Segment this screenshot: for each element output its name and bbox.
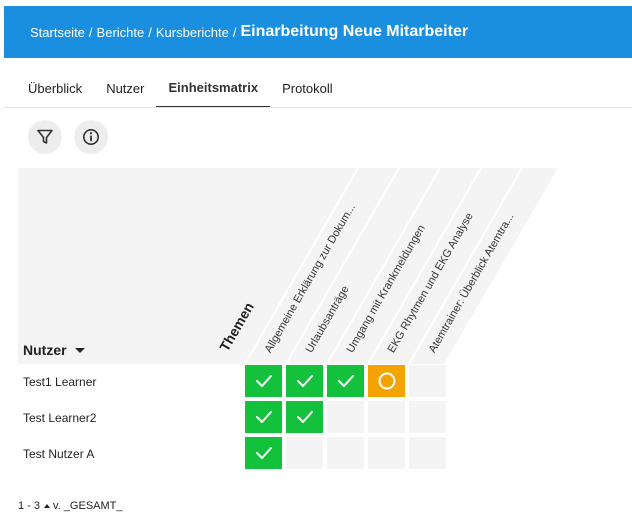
matrix-cell-done[interactable] xyxy=(286,365,323,397)
tab-nutzer[interactable]: Nutzer xyxy=(94,68,156,108)
filter-icon xyxy=(37,129,53,144)
info-button[interactable] xyxy=(74,120,108,154)
tab-bar: Überblick Nutzer Einheitsmatrix Protokol… xyxy=(16,68,345,108)
check-icon xyxy=(255,447,272,459)
check-icon xyxy=(296,411,313,423)
matrix-cell-done[interactable] xyxy=(245,401,282,433)
tab-divider xyxy=(4,107,632,108)
matrix-cell-empty xyxy=(368,437,405,469)
check-icon xyxy=(255,411,272,423)
check-icon xyxy=(296,375,313,387)
matrix-cell-done[interactable] xyxy=(286,401,323,433)
pagination: 1 - 3 v. _GESAMT_ xyxy=(18,500,123,512)
page-header: Startseite / Berichte / Kursberichte / E… xyxy=(4,6,632,58)
matrix-cell-empty xyxy=(409,365,446,397)
filter-button[interactable] xyxy=(28,120,62,154)
matrix-cell-empty xyxy=(327,437,364,469)
matrix-cell-empty xyxy=(368,401,405,433)
breadcrumb-kursberichte[interactable]: Kursberichte xyxy=(156,25,229,40)
nutzer-sort-header[interactable]: Nutzer xyxy=(23,342,85,358)
tab-ueberblick[interactable]: Überblick xyxy=(16,68,94,108)
row-user-name[interactable]: Test1 Learner xyxy=(23,375,96,389)
matrix-cell-done[interactable] xyxy=(245,365,282,397)
check-icon xyxy=(255,375,272,387)
breadcrumb-startseite[interactable]: Startseite xyxy=(30,25,85,40)
caret-up-icon[interactable] xyxy=(44,504,51,508)
matrix-cell-empty xyxy=(409,437,446,469)
matrix-cell-empty xyxy=(286,437,323,469)
matrix-cell-done[interactable] xyxy=(245,437,282,469)
breadcrumb-berichte[interactable]: Berichte xyxy=(97,25,145,40)
row-user-name[interactable]: Test Learner2 xyxy=(23,411,96,425)
tab-einheitsmatrix[interactable]: Einheitsmatrix xyxy=(156,68,271,108)
matrix-cell-done[interactable] xyxy=(327,365,364,397)
matrix-cell-empty xyxy=(327,401,364,433)
breadcrumb-separator: / xyxy=(148,24,152,40)
breadcrumb-separator: / xyxy=(232,24,237,40)
breadcrumb: Startseite / Berichte / Kursberichte / E… xyxy=(30,23,468,41)
matrix-cell-progress[interactable] xyxy=(368,365,405,397)
row-user-name[interactable]: Test Nutzer A xyxy=(23,447,94,461)
unit-matrix: Themen Allgemeine Erklärung zur Dokum...… xyxy=(18,168,558,472)
tab-protokoll[interactable]: Protokoll xyxy=(270,68,345,108)
breadcrumb-separator: / xyxy=(88,24,93,40)
in-progress-icon xyxy=(378,372,395,390)
page-title: Einarbeitung Neue Mitarbeiter xyxy=(240,23,469,40)
nutzer-header-label: Nutzer xyxy=(23,342,67,358)
sort-caret-icon xyxy=(74,347,85,353)
info-icon xyxy=(83,129,99,145)
pagination-total: v. _GESAMT_ xyxy=(53,500,123,512)
matrix-cell-empty xyxy=(409,401,446,433)
pagination-range: 1 - 3 xyxy=(18,500,41,512)
check-icon xyxy=(337,375,354,387)
